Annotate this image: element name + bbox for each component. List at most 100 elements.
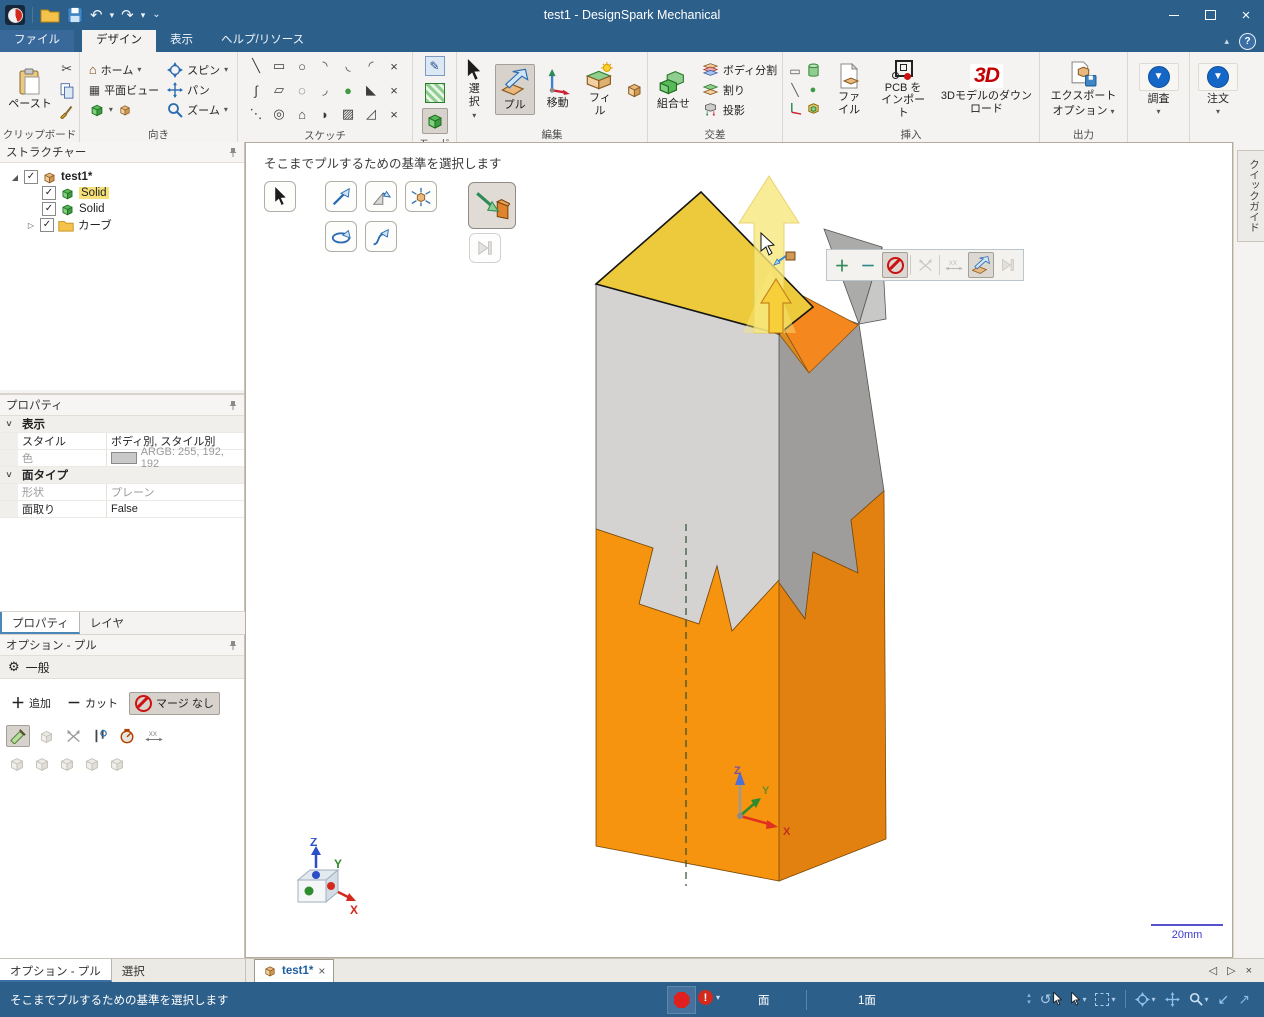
mini-go-to-end-button[interactable] — [996, 253, 1020, 277]
sketch-polygon-icon[interactable]: ⌂ — [291, 102, 314, 126]
ruler-dimension-button[interactable] — [143, 726, 165, 746]
property-section-display[interactable]: ˅ 表示 — [0, 416, 244, 433]
blend-icon[interactable] — [625, 80, 644, 100]
mini-no-direction-button[interactable] — [913, 253, 937, 277]
tab-properties[interactable]: プロパティ — [0, 612, 80, 634]
stepper-icon[interactable]: ▴ ▾ — [1027, 992, 1031, 1006]
solid-mode-button[interactable] — [421, 108, 448, 134]
visibility-checkbox[interactable]: ✓ — [42, 202, 56, 216]
pull-option-cube-icon-1[interactable] — [8, 755, 26, 773]
sketch-sheet-icon[interactable] — [117, 103, 133, 117]
pin-icon[interactable] — [228, 400, 238, 410]
pull-cut-button[interactable]: －カット — [62, 691, 123, 715]
pull-no-merge-button[interactable]: マージ なし — [129, 691, 220, 715]
pull-option-cube-icon-5[interactable] — [108, 755, 126, 773]
pull-option-cube-icon-4[interactable] — [83, 755, 101, 773]
sketch-tangent-arc-icon[interactable]: ◟ — [337, 54, 360, 78]
tab-help[interactable]: ヘルプ/リソース — [207, 30, 318, 52]
mini-cut-button[interactable]: － — [856, 253, 880, 277]
select-button[interactable]: 選択 ▾ — [460, 57, 489, 121]
tab-scroll-left-icon[interactable]: ◁ — [1209, 964, 1217, 977]
download-3d-model-button[interactable]: 3D 3Dモデルのダウンロード — [937, 62, 1036, 117]
copy-icon[interactable] — [59, 82, 75, 99]
sketch-ellipse-icon[interactable]: ◎ — [268, 102, 291, 126]
quick-guide-tab[interactable]: クイックガイド — [1237, 150, 1264, 242]
split-button[interactable]: 割り — [702, 82, 745, 98]
sketch-line-icon[interactable]: ╲ — [245, 54, 268, 78]
sketch-rectangle-icon[interactable]: ▭ — [268, 54, 291, 78]
fill-button[interactable]: フィル — [581, 60, 620, 119]
sketch-arc-icon[interactable]: ◝ — [314, 54, 337, 78]
tab-close-icon[interactable]: × — [1246, 965, 1252, 977]
insert-axes-icon[interactable] — [789, 102, 802, 115]
redo-button[interactable]: ↷ — [121, 8, 134, 23]
tree-item-design[interactable]: ◢ ✓ test1* — [0, 169, 244, 185]
document-tab-test1[interactable]: test1* × — [254, 959, 335, 982]
order-button[interactable]: ▼ 注文 ▾ — [1194, 61, 1242, 119]
app-logo-icon[interactable] — [5, 5, 25, 25]
mini-pull-to-button[interactable] — [968, 252, 994, 278]
format-painter-icon[interactable] — [59, 104, 74, 119]
open-file-icon[interactable] — [40, 5, 60, 25]
sketch-mode-button[interactable]: ✎ — [423, 54, 447, 78]
spin-button[interactable]: スピン ▾ — [167, 62, 228, 78]
zoom-tool-icon[interactable]: ▾ — [1189, 992, 1209, 1006]
tab-design[interactable]: デザイン — [82, 30, 156, 52]
pan-tool-icon[interactable] — [1165, 992, 1180, 1007]
orbit-tool-icon[interactable]: ▾ — [1135, 992, 1156, 1007]
visibility-checkbox[interactable]: ✓ — [40, 218, 54, 232]
view-cube-button[interactable]: ▾ — [89, 102, 133, 118]
collapse-ribbon-icon[interactable]: ▴ — [1224, 36, 1229, 47]
plan-view-button[interactable]: ▦ 平面ビュー — [89, 82, 159, 98]
insert-file-button[interactable]: ファイル — [829, 61, 869, 118]
sketch-spline-icon[interactable]: ∫ — [245, 78, 268, 102]
home-view-button[interactable]: ⌂ ホーム ▾ — [89, 62, 142, 78]
sketch-bend-icon[interactable]: ◣ — [360, 78, 383, 102]
gear-icon[interactable]: ⚙ — [8, 659, 20, 675]
sketch-arc2-icon[interactable]: ◞ — [314, 78, 337, 102]
insert-line-icon[interactable]: ╲ — [791, 83, 798, 97]
undo-button[interactable]: ↶ — [90, 8, 103, 23]
mini-add-button[interactable]: ＋ — [830, 253, 854, 277]
model-viewport[interactable]: そこまでプルするための基準を選択します Z Y X ＋ － Z Y X 20mm — [245, 142, 1233, 958]
redo-caret-icon[interactable]: ▾ — [141, 10, 146, 20]
sketch-construction-line-icon[interactable]: ⋱ — [245, 102, 268, 126]
help-icon[interactable]: ? — [1239, 32, 1256, 50]
pcb-import-button[interactable]: PCB をインポート — [876, 58, 930, 122]
sketch-split-icon[interactable]: × — [383, 78, 406, 102]
sketch-parallelogram-icon[interactable]: ▱ — [268, 78, 291, 102]
split-body-button[interactable]: ボディ分割 — [702, 62, 777, 78]
pull-option-cube-icon-3[interactable] — [58, 755, 76, 773]
insert-cylinder-icon[interactable] — [807, 63, 820, 78]
tab-options-pull[interactable]: オプション - プル — [0, 959, 112, 982]
mini-no-merge-button[interactable] — [882, 252, 908, 278]
tree-item-solid-2[interactable]: ✓ Solid — [0, 201, 244, 217]
sketch-sweep-icon[interactable]: ◗ — [314, 102, 337, 126]
visibility-checkbox[interactable]: ✓ — [24, 170, 38, 184]
sketch-hatch-icon[interactable]: ▨ — [337, 102, 360, 126]
close-button[interactable]: × — [1228, 0, 1264, 30]
pull-add-button[interactable]: ＋追加 — [6, 691, 56, 715]
customize-toolbar-icon[interactable]: ⌄ — [152, 10, 160, 20]
pan-button[interactable]: パン — [167, 82, 210, 98]
move-button[interactable]: 移動 — [541, 67, 575, 112]
property-row-color[interactable]: 色 ARGB: 255, 192, 192 — [0, 446, 244, 470]
tab-scroll-right-icon[interactable]: ▷ — [1227, 964, 1235, 977]
pull-button[interactable]: プル — [494, 64, 535, 115]
sketch-circle-icon[interactable]: ○ — [291, 54, 314, 78]
model-canvas[interactable]: Z Y X — [246, 143, 1232, 957]
sketch-sweep-arc-icon[interactable]: ◜ — [360, 54, 383, 78]
save-icon[interactable] — [67, 7, 83, 23]
tree-expanded-icon[interactable]: ◢ — [10, 173, 20, 182]
paste-button[interactable]: ペースト — [4, 66, 55, 113]
previous-view-icon[interactable]: ↙ — [1218, 991, 1230, 1008]
sketch-corner-icon[interactable]: ◿ — [360, 102, 383, 126]
pin-icon[interactable] — [228, 147, 238, 157]
zoom-button[interactable]: ズーム ▾ — [167, 102, 228, 118]
orientation-cube[interactable]: Z Y X — [276, 838, 360, 922]
project-button[interactable]: 投影 — [702, 102, 745, 118]
undo-caret-icon[interactable]: ▾ — [110, 10, 115, 20]
property-row-shape[interactable]: 形状 プレーン — [0, 484, 244, 501]
tree-item-solid-1[interactable]: ✓ Solid — [0, 185, 244, 201]
tab-layers[interactable]: レイヤ — [80, 612, 134, 634]
